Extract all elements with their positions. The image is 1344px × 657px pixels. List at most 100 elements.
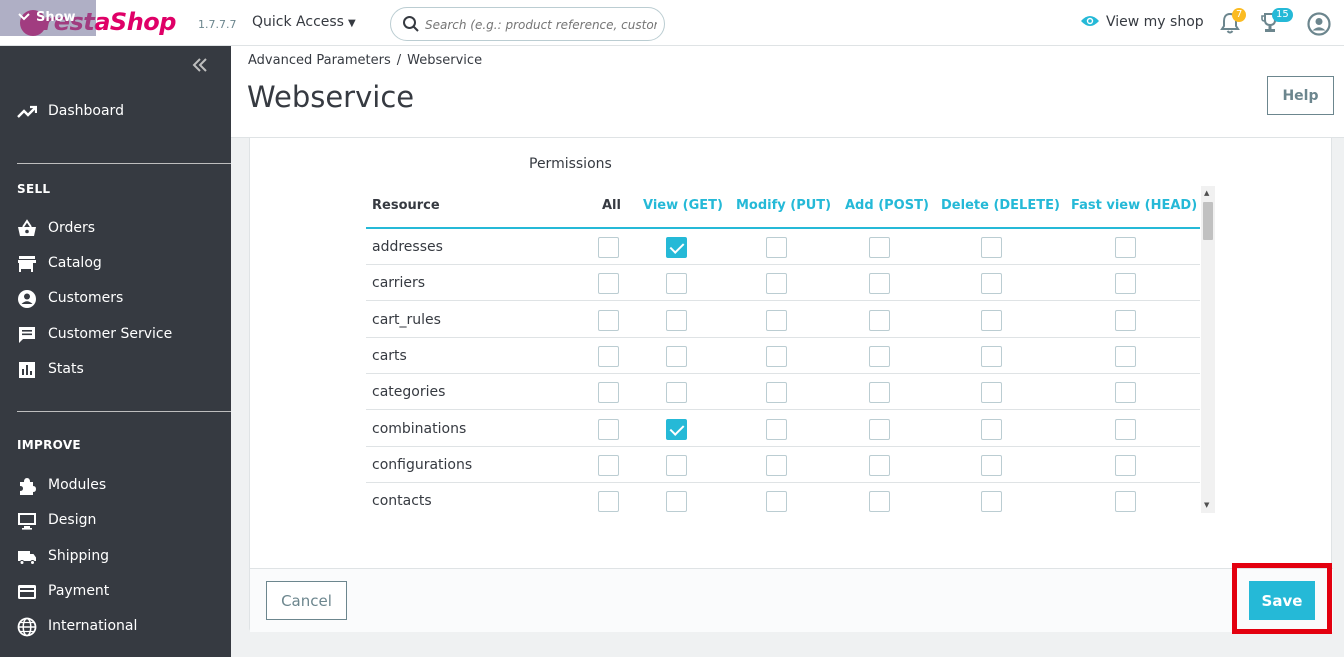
table-row: carts [366, 338, 1200, 374]
chat-icon [19, 327, 35, 343]
permission-checkbox[interactable] [666, 491, 687, 513]
sidebar-divider [17, 411, 231, 412]
permission-checkbox[interactable] [666, 382, 687, 404]
truck-icon [18, 551, 36, 565]
quick-access-dropdown[interactable]: Quick Access ▼ [252, 14, 356, 30]
permission-checkbox[interactable] [666, 345, 687, 367]
column-header-delete[interactable]: Delete (DELETE) [941, 198, 1060, 213]
permission-checkbox[interactable] [869, 309, 890, 331]
permission-checkbox[interactable] [869, 454, 890, 476]
permission-checkbox[interactable] [1115, 491, 1136, 513]
breadcrumb-item[interactable]: Advanced Parameters [248, 53, 391, 68]
resource-name: carts [372, 347, 407, 364]
permission-checkbox[interactable] [869, 418, 890, 440]
permission-checkbox[interactable] [766, 345, 787, 367]
scroll-down-arrow-icon[interactable]: ▼ [1204, 501, 1209, 509]
sidebar-item-shipping[interactable]: Shipping [0, 545, 231, 569]
permission-checkbox[interactable] [598, 491, 619, 513]
permission-checkbox[interactable] [766, 454, 787, 476]
table-row: addresses [366, 229, 1200, 265]
sidebar-item-label: Customers [48, 290, 124, 306]
notifications-button[interactable]: 7 [1220, 8, 1247, 34]
column-header-modify[interactable]: Modify (PUT) [736, 198, 831, 213]
puzzle-icon [20, 478, 36, 495]
permission-checkbox[interactable] [766, 309, 787, 331]
permission-checkbox[interactable] [766, 237, 787, 258]
collapse-sidebar-icon[interactable] [192, 56, 208, 77]
sidebar-item-payment[interactable]: Payment [0, 580, 231, 604]
permission-checkbox[interactable] [666, 418, 687, 440]
permission-checkbox[interactable] [981, 418, 1002, 440]
table-scrollbar[interactable]: ▲ ▼ [1201, 186, 1215, 513]
permission-checkbox[interactable] [981, 309, 1002, 331]
permission-checkbox[interactable] [598, 454, 619, 476]
column-header-view[interactable]: View (GET) [643, 198, 723, 213]
help-button[interactable]: Help [1267, 76, 1334, 115]
permission-checkbox[interactable] [666, 309, 687, 331]
sidebar-item-modules[interactable]: Modules [0, 474, 231, 498]
sidebar-item-customers[interactable]: Customers [0, 287, 231, 311]
permission-checkbox[interactable] [981, 237, 1002, 258]
cancel-button[interactable]: Cancel [266, 581, 347, 620]
permission-checkbox[interactable] [598, 309, 619, 331]
search-icon [403, 16, 419, 32]
search-input[interactable] [425, 15, 657, 35]
column-header-add[interactable]: Add (POST) [845, 198, 929, 213]
scroll-up-arrow-icon[interactable]: ▲ [1204, 189, 1209, 197]
permission-checkbox[interactable] [1115, 345, 1136, 367]
sidebar-item-international[interactable]: International [0, 615, 231, 639]
permission-checkbox[interactable] [1115, 454, 1136, 476]
permission-checkbox[interactable] [981, 345, 1002, 367]
sidebar-item-design[interactable]: Design [0, 509, 231, 533]
permission-checkbox[interactable] [598, 418, 619, 440]
breadcrumb-item[interactable]: Webservice [407, 53, 482, 68]
permission-checkbox[interactable] [666, 237, 687, 258]
scrollbar-thumb[interactable] [1203, 202, 1213, 240]
trophy-button[interactable]: 15 [1260, 8, 1293, 34]
permission-checkbox[interactable] [869, 382, 890, 404]
sidebar-item-customer-service[interactable]: Customer Service [0, 323, 231, 347]
view-my-shop-link[interactable]: View my shop [1080, 14, 1204, 30]
permission-checkbox[interactable] [981, 454, 1002, 476]
permission-checkbox[interactable] [869, 237, 890, 258]
sidebar-item-stats[interactable]: Stats [0, 358, 231, 382]
permission-checkbox[interactable] [1115, 237, 1136, 258]
save-button[interactable]: Save [1249, 581, 1315, 620]
sidebar: Dashboard SELL Orders Catalog Customers … [0, 46, 231, 657]
permission-checkbox[interactable] [1115, 273, 1136, 295]
resource-name: categories [372, 384, 446, 401]
search-box[interactable] [390, 7, 665, 41]
permission-checkbox[interactable] [598, 273, 619, 295]
permission-checkbox[interactable] [981, 273, 1002, 295]
column-header-resource: Resource [372, 198, 440, 213]
permission-checkbox[interactable] [598, 237, 619, 258]
show-sidebar-button[interactable]: Show [0, 0, 96, 36]
sidebar-item-orders[interactable]: Orders [0, 217, 231, 241]
permission-checkbox[interactable] [869, 345, 890, 367]
permission-checkbox[interactable] [666, 454, 687, 476]
permission-checkbox[interactable] [1115, 418, 1136, 440]
column-header-all[interactable]: All [602, 198, 621, 213]
sidebar-item-dashboard[interactable]: Dashboard [0, 100, 231, 124]
permission-checkbox[interactable] [766, 382, 787, 404]
resource-name: configurations [372, 456, 473, 473]
permission-checkbox[interactable] [981, 491, 1002, 513]
table-header: Resource All View (GET) Modify (PUT) Add… [366, 186, 1200, 229]
user-avatar-icon[interactable] [1307, 12, 1331, 36]
permission-checkbox[interactable] [981, 382, 1002, 404]
permission-checkbox[interactable] [869, 273, 890, 295]
permission-checkbox[interactable] [766, 273, 787, 295]
permission-checkbox[interactable] [598, 382, 619, 404]
permission-checkbox[interactable] [869, 491, 890, 513]
permission-checkbox[interactable] [766, 418, 787, 440]
permission-checkbox[interactable] [598, 345, 619, 367]
sidebar-item-label: Shipping [48, 548, 110, 564]
permission-checkbox[interactable] [666, 273, 687, 295]
permission-checkbox[interactable] [1115, 309, 1136, 331]
permission-checkbox[interactable] [766, 491, 787, 513]
sidebar-item-catalog[interactable]: Catalog [0, 252, 231, 276]
globe-icon [17, 617, 37, 637]
trending-up-icon [17, 105, 37, 118]
permission-checkbox[interactable] [1115, 382, 1136, 404]
column-header-fast-view[interactable]: Fast view (HEAD) [1071, 198, 1197, 213]
